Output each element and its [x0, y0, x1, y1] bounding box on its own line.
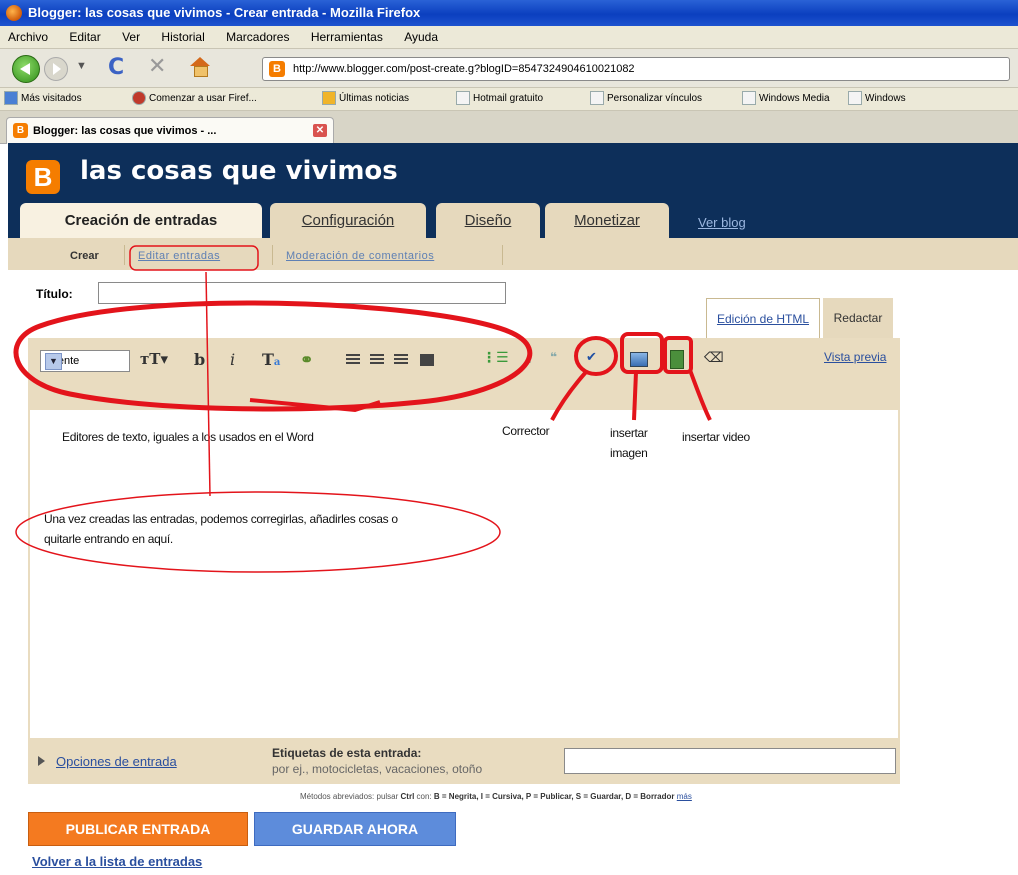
blogger-favicon-icon: B [269, 61, 285, 77]
menu-ver[interactable]: Ver [122, 30, 140, 44]
guardar-ahora-button[interactable]: GUARDAR AHORA [254, 812, 456, 846]
menu-archivo[interactable]: Archivo [8, 30, 48, 44]
tab-edicion-html[interactable]: Edición de HTML [706, 298, 820, 339]
blogger-favicon-icon: B [13, 123, 28, 138]
subtab-moderacion-comentarios[interactable]: Moderación de comentarios [286, 250, 434, 262]
menu-marcadores[interactable]: Marcadores [226, 30, 289, 44]
menu-bar: Archivo Editar Ver Historial Marcadores … [0, 26, 1018, 49]
browser-tab[interactable]: B Blogger: las cosas que vivimos - ... ✕ [6, 117, 334, 144]
url-bar[interactable]: B http://www.blogger.com/post-create.g?b… [262, 57, 1010, 81]
numbered-list-icon[interactable]: ⋮☰ [482, 350, 509, 366]
bookmark-mas-visitados[interactable]: Más visitados [4, 88, 82, 110]
bullet-list-icon[interactable]: ⋮ [522, 350, 536, 366]
firefox-icon [6, 5, 22, 21]
ver-blog-link[interactable]: Ver blog [698, 215, 746, 230]
back-button[interactable] [12, 55, 40, 83]
browser-tab-bar: B Blogger: las cosas que vivimos - ... ✕ [0, 111, 1018, 144]
subtab-crear[interactable]: Crear [70, 250, 99, 262]
insert-video-icon[interactable] [670, 350, 684, 369]
window-title: Blogger: las cosas que vivimos - Crear e… [28, 5, 421, 20]
menu-editar[interactable]: Editar [69, 30, 100, 44]
insert-image-icon[interactable] [630, 352, 648, 367]
opciones-entrada-link[interactable]: Opciones de entrada [56, 754, 177, 769]
annotation-editores: Editores de texto, iguales a los usados … [62, 430, 314, 444]
bookmark-comenzar[interactable]: Comenzar a usar Firef... [132, 88, 257, 110]
menu-historial[interactable]: Historial [161, 30, 204, 44]
font-size-icon[interactable]: ᴛT▾ [140, 350, 168, 368]
bold-icon[interactable]: b [194, 350, 205, 369]
tab-creacion-de-entradas[interactable]: Creación de entradas [20, 203, 262, 238]
spellcheck-icon[interactable]: ✔ [586, 350, 597, 365]
labels-input[interactable] [564, 748, 896, 774]
editor-toolbar: Fuente ▼ ᴛT▾ b i Ta ⚭ ⋮☰ ⋮ ❝ ✔ ⌫ Vista p… [28, 338, 900, 410]
subnav-divider [124, 245, 125, 265]
publicar-entrada-button[interactable]: PUBLICAR ENTRADA [28, 812, 248, 846]
home-icon[interactable] [190, 57, 210, 77]
url-text: http://www.blogger.com/post-create.g?blo… [293, 63, 635, 75]
blogger-logo-icon[interactable]: B [26, 160, 60, 194]
bookmark-windows-media[interactable]: Windows Media [742, 88, 830, 110]
labels-hint: por ej., motocicletas, vacaciones, otoño [272, 762, 483, 776]
annotation-insertar-imagen-2: imagen [610, 446, 648, 460]
subnav-divider [502, 245, 503, 265]
bookmark-ultimas-noticias[interactable]: Últimas noticias [322, 88, 409, 110]
tab-redactar[interactable]: Redactar [823, 298, 893, 338]
keyboard-shortcuts-hint: Métodos abreviados: pulsar Ctrl con: B =… [300, 792, 692, 801]
history-dropdown-icon[interactable]: ▼ [76, 60, 87, 72]
blogger-header: B las cosas que vivimos Creación de entr… [8, 143, 1018, 238]
align-right-icon[interactable] [394, 354, 408, 366]
subnav-divider [272, 245, 273, 265]
annotation-insertar-imagen-1: insertar [610, 426, 648, 440]
window-titlebar: Blogger: las cosas que vivimos - Crear e… [0, 0, 1018, 26]
menu-herramientas[interactable]: Herramientas [311, 30, 383, 44]
align-left-icon[interactable] [346, 354, 360, 366]
bookmarks-toolbar: Más visitados Comenzar a usar Firef... Ú… [0, 88, 1018, 111]
annotation-insertar-video: insertar video [682, 430, 750, 444]
link-icon[interactable]: ⚭ [300, 350, 313, 369]
annotation-una-vez-1: Una vez creadas las entradas, podemos co… [44, 512, 398, 526]
titulo-input[interactable] [98, 282, 506, 304]
tab-diseno[interactable]: Diseño [436, 203, 540, 238]
browser-tab-label: Blogger: las cosas que vivimos - ... [33, 125, 217, 137]
bookmark-windows[interactable]: Windows [848, 88, 906, 110]
volver-lista-link[interactable]: Volver a la lista de entradas [32, 854, 202, 869]
tab-monetizar[interactable]: Monetizar [545, 203, 669, 238]
font-select[interactable]: Fuente ▼ [40, 350, 130, 372]
titulo-label: Título: [36, 287, 73, 301]
annotation-una-vez-2: quitarle entrando en aquí. [44, 532, 173, 546]
text-color-icon[interactable]: Ta [262, 350, 280, 369]
labels-title: Etiquetas de esta entrada: [272, 746, 422, 760]
blockquote-icon[interactable]: ❝ [550, 350, 557, 364]
navigation-bar: ▼ C ✕ B http://www.blogger.com/post-crea… [0, 49, 1018, 88]
chevron-down-icon: ▼ [45, 353, 62, 370]
bookmark-hotmail[interactable]: Hotmail gratuito [456, 88, 543, 110]
stop-icon[interactable]: ✕ [148, 54, 166, 79]
post-editor-area[interactable] [28, 410, 900, 740]
bookmark-personalizar[interactable]: Personalizar vínculos [590, 88, 702, 110]
expand-triangle-icon[interactable] [38, 756, 45, 766]
reload-icon[interactable]: C [108, 55, 124, 80]
eraser-icon[interactable]: ⌫ [704, 350, 724, 366]
shortcuts-more-link[interactable]: más [677, 792, 692, 801]
justify-icon[interactable] [420, 354, 434, 366]
close-tab-icon[interactable]: ✕ [313, 124, 327, 137]
tab-configuracion[interactable]: Configuración [270, 203, 426, 238]
sub-navigation: Crear Editar entradas Moderación de come… [8, 238, 1018, 270]
menu-ayuda[interactable]: Ayuda [404, 30, 438, 44]
forward-button[interactable] [44, 57, 68, 81]
post-options-bar: Opciones de entrada Etiquetas de esta en… [28, 740, 900, 784]
italic-icon[interactable]: i [230, 350, 235, 369]
vista-previa-link[interactable]: Vista previa [824, 350, 886, 364]
align-center-icon[interactable] [370, 354, 384, 366]
subtab-editar-entradas[interactable]: Editar entradas [138, 250, 220, 262]
annotation-corrector: Corrector [502, 424, 550, 438]
blog-title: las cosas que vivimos [80, 156, 398, 186]
